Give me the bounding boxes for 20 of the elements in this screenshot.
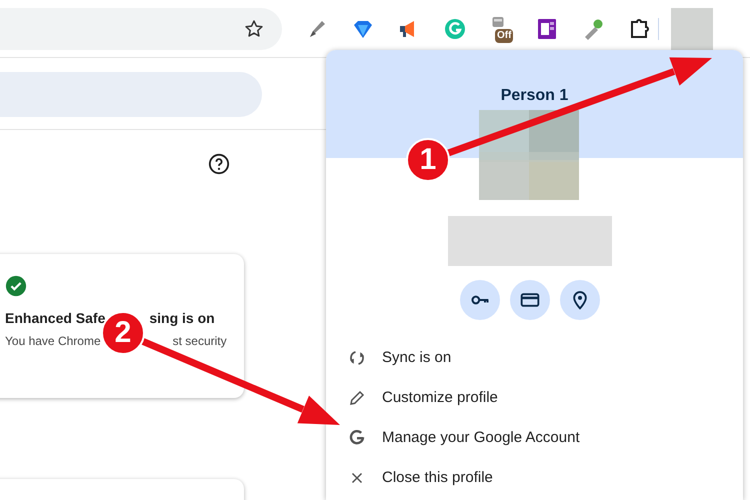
card-text: st security [172,334,227,348]
menu-item[interactable]: Close this profile [326,458,743,498]
extension-badge: Off [495,28,514,42]
help-icon[interactable] [208,152,230,175]
shortcut-button[interactable] [560,280,600,320]
menu-item[interactable]: Customize profile [326,378,743,418]
shortcut-button[interactable] [460,280,500,320]
pencil-icon [348,389,366,407]
profile-name: Person 1 [500,86,570,106]
menu-item[interactable]: Manage your Google Account [326,418,743,458]
google-icon [348,429,366,447]
card-title: Enhanced Safe [5,310,106,326]
check-icon [5,274,27,297]
bookmark-star-icon[interactable] [244,18,264,38]
card-text: You have Chrome [5,334,101,348]
shortcut-button[interactable] [510,280,550,320]
sync-icon [348,349,366,367]
menu-item[interactable]: Sync is on [326,338,743,378]
card-title: sing is on [149,310,215,326]
notebook-icon[interactable] [535,16,559,40]
